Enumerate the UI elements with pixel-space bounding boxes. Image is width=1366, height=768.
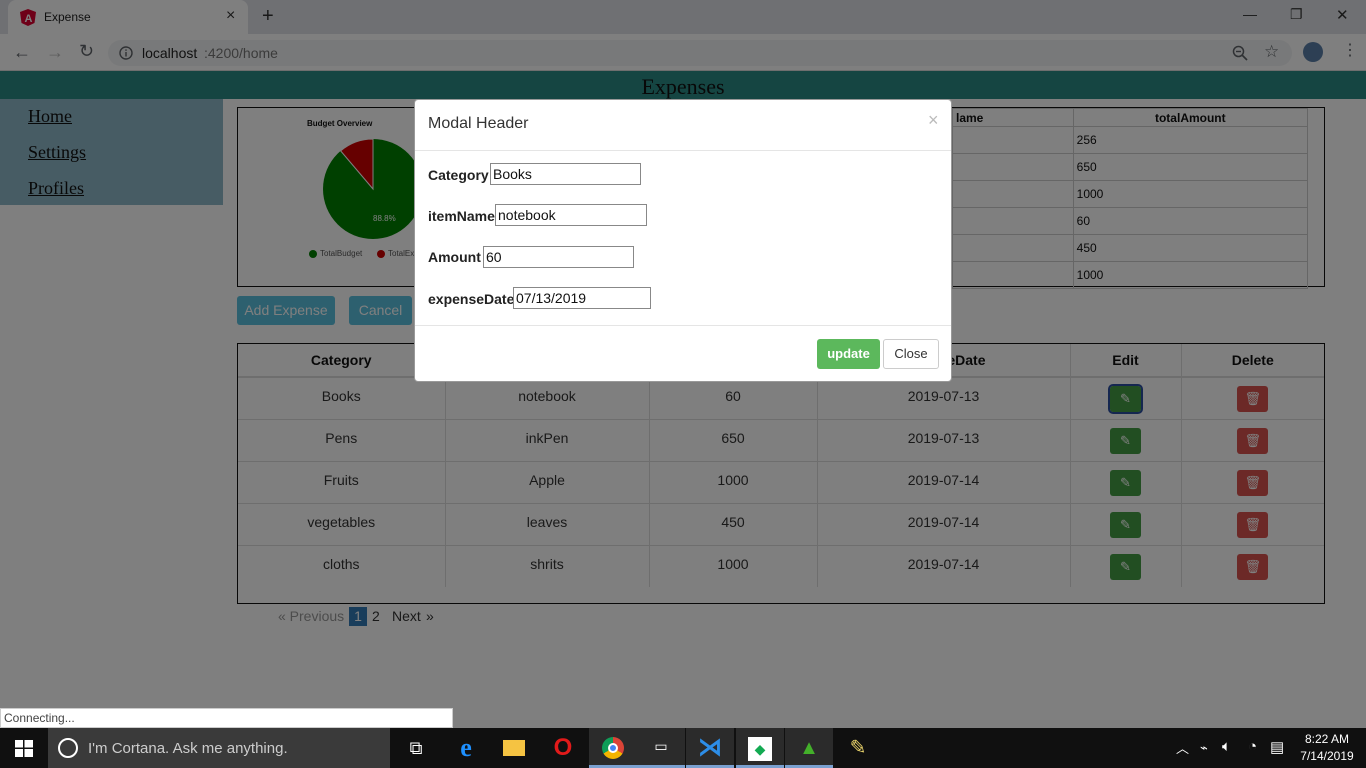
itemname-label: itemName : [428,208,504,224]
task-view-icon[interactable]: ⧉ [392,728,440,768]
cortana-search-box[interactable]: I'm Cortana. Ask me anything. [48,728,390,768]
clock-time[interactable]: 8:22 AM [1297,732,1357,746]
category-label: Category : [428,167,498,183]
modal-header-divider [415,150,951,151]
network-plug-icon[interactable]: ⌁ [1200,740,1208,756]
opera-icon[interactable]: O [539,728,587,768]
status-bar: Connecting... [0,708,453,728]
edit-modal: Modal Header × Category : itemName : Amo… [414,99,952,382]
volume-icon[interactable]: 🔈︎ [1222,738,1231,755]
edge-icon[interactable]: e [442,728,490,768]
paint-icon[interactable]: ✎ [834,728,882,768]
wifi-icon[interactable]: ◔ [1248,738,1257,755]
cortana-icon [58,738,78,758]
action-center-icon[interactable]: ▤ [1270,738,1284,756]
category-input[interactable] [490,163,641,185]
windows-start-icon[interactable] [15,740,33,757]
vscode-icon[interactable]: ⋊ [686,728,734,768]
clock-date[interactable]: 7/14/2019 [1297,749,1357,763]
chrome-icon[interactable] [589,728,637,768]
amount-input[interactable] [483,246,634,268]
amount-label: Amount : [428,249,490,265]
modal-footer-divider [415,325,951,326]
mongodb-compass-icon[interactable]: ◆ [736,728,784,768]
modal-close-x-icon[interactable]: × [928,110,939,131]
show-hidden-icons[interactable]: ︿ [1176,738,1189,757]
modal-header: Modal Header [428,115,529,132]
close-button[interactable]: Close [883,339,939,369]
terminal-icon[interactable]: ▭ [637,728,685,768]
expensedate-input[interactable] [513,287,651,309]
cortana-placeholder: I'm Cortana. Ask me anything. [88,740,288,757]
postman-rocket-icon[interactable]: ▲ [785,728,833,768]
itemname-input[interactable] [495,204,647,226]
update-button[interactable]: update [817,339,880,369]
file-explorer-icon[interactable] [490,728,538,768]
expensedate-label: expenseDate : [428,291,523,307]
